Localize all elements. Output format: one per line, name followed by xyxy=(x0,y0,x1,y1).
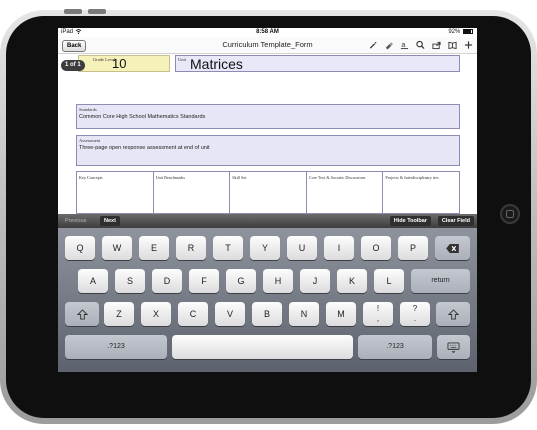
key-b[interactable]: B xyxy=(252,302,282,326)
form-toolbar: Previous Next Hide Toolbar Clear Field xyxy=(58,214,477,228)
key-s[interactable]: S xyxy=(115,269,145,293)
status-time: 8:58 AM xyxy=(256,29,279,35)
table-column[interactable]: Projects & Interdisciplinary ties xyxy=(383,172,459,213)
key-h[interactable]: H xyxy=(263,269,293,293)
space-bar[interactable] xyxy=(172,335,353,359)
column-header: Skill Set xyxy=(232,175,247,180)
key-c[interactable]: C xyxy=(178,302,208,326)
key-secondary: . xyxy=(413,314,417,323)
battery-percent: 92% xyxy=(448,29,461,36)
curriculum-table: Key Concepts Unit Benchmarks Skill Set C… xyxy=(76,171,460,214)
key-o[interactable]: O xyxy=(361,236,391,260)
key-question-period[interactable]: ? . xyxy=(400,302,430,326)
table-column[interactable]: Key Concepts xyxy=(77,172,154,213)
volume-button xyxy=(64,9,82,14)
table-column[interactable]: Unit Benchmarks xyxy=(154,172,231,213)
battery-status: 92% xyxy=(448,29,473,35)
key-j[interactable]: J xyxy=(300,269,330,293)
shift-icon xyxy=(76,309,88,320)
key-a[interactable]: A xyxy=(78,269,108,293)
key-primary: ! xyxy=(376,304,380,313)
share-icon[interactable] xyxy=(432,40,441,52)
standards-value: Common Core High School Mathematics Stan… xyxy=(79,114,206,120)
nav-tools: a xyxy=(368,40,473,52)
assessment-label: Assessment xyxy=(79,138,101,143)
hide-toolbar-button[interactable]: Hide Toolbar xyxy=(389,216,431,226)
pen-icon[interactable] xyxy=(368,40,377,52)
unit-label: Unit xyxy=(178,57,187,62)
bookmarks-icon[interactable] xyxy=(448,40,457,52)
table-column[interactable]: Core Text & Socratic Discussions xyxy=(307,172,384,213)
backspace-icon xyxy=(446,244,459,254)
hide-keyboard-key[interactable] xyxy=(437,335,470,359)
add-icon[interactable] xyxy=(464,40,473,52)
key-w[interactable]: W xyxy=(102,236,132,260)
table-column[interactable]: Skill Set xyxy=(230,172,307,213)
column-header: Key Concepts xyxy=(79,175,103,180)
key-n[interactable]: N xyxy=(289,302,319,326)
eraser-icon[interactable] xyxy=(384,40,393,52)
key-q[interactable]: Q xyxy=(65,236,95,260)
home-button[interactable] xyxy=(500,204,520,224)
shift-key-left[interactable] xyxy=(65,302,99,326)
assessment-value: Three-page open response assessment at e… xyxy=(79,145,210,151)
numbers-key-left[interactable]: .?123 xyxy=(65,335,167,359)
key-v[interactable]: V xyxy=(215,302,245,326)
column-header: Unit Benchmarks xyxy=(155,175,186,180)
screen: iPad 8:58 AM 92% Back Curriculum Templat… xyxy=(58,28,477,372)
column-header: Core Text & Socratic Discussions xyxy=(308,175,366,180)
clear-field-button[interactable]: Clear Field xyxy=(437,216,474,226)
key-primary: ? xyxy=(412,304,418,313)
volume-button xyxy=(88,9,106,14)
grade-level-value: 10 xyxy=(112,56,127,71)
page-indicator: 1 of 1 xyxy=(61,60,85,71)
home-square-icon xyxy=(506,210,514,218)
numbers-key-right[interactable]: .?123 xyxy=(358,335,432,359)
key-r[interactable]: R xyxy=(176,236,206,260)
key-p[interactable]: P xyxy=(398,236,428,260)
assessment-field[interactable]: Assessment Three-page open response asse… xyxy=(76,135,460,166)
key-u[interactable]: U xyxy=(287,236,317,260)
key-k[interactable]: K xyxy=(337,269,367,293)
shift-icon xyxy=(447,309,459,320)
key-secondary: , xyxy=(376,314,380,323)
keyboard-hide-icon xyxy=(447,342,460,353)
search-icon[interactable] xyxy=(416,40,425,52)
unit-field[interactable]: Unit Matrices xyxy=(175,55,460,72)
standards-field[interactable]: Standards Common Core High School Mathem… xyxy=(76,104,460,129)
key-t[interactable]: T xyxy=(213,236,243,260)
text-icon[interactable]: a xyxy=(400,40,409,52)
key-z[interactable]: Z xyxy=(104,302,134,326)
column-header: Projects & Interdisciplinary ties xyxy=(385,175,439,180)
return-key[interactable]: return xyxy=(411,269,470,293)
key-l[interactable]: L xyxy=(374,269,404,293)
svg-text:a: a xyxy=(401,40,405,49)
key-g[interactable]: G xyxy=(226,269,256,293)
unit-value: Matrices xyxy=(190,56,243,72)
standards-label: Standards xyxy=(79,107,97,112)
key-e[interactable]: E xyxy=(139,236,169,260)
key-f[interactable]: F xyxy=(189,269,219,293)
battery-icon xyxy=(463,29,473,34)
key-d[interactable]: D xyxy=(152,269,182,293)
on-screen-keyboard: Q W E R T Y U I O P A S D F G H J K L re… xyxy=(58,228,477,372)
shift-key-right[interactable] xyxy=(436,302,470,326)
next-field-button[interactable]: Next xyxy=(100,216,120,226)
key-m[interactable]: M xyxy=(326,302,356,326)
nav-bar: Back Curriculum Template_Form a xyxy=(58,37,477,54)
key-i[interactable]: I xyxy=(324,236,354,260)
key-y[interactable]: Y xyxy=(250,236,280,260)
key-exclaim-comma[interactable]: ! , xyxy=(363,302,393,326)
status-bar: iPad 8:58 AM 92% xyxy=(58,28,477,37)
grade-level-field[interactable]: Grade Level 10 xyxy=(78,55,170,72)
delete-key[interactable] xyxy=(435,236,470,260)
pdf-form: Grade Level 10 1 of 1 Unit Matrices Stan… xyxy=(58,54,477,214)
previous-field-button[interactable]: Previous xyxy=(61,216,90,226)
key-x[interactable]: X xyxy=(141,302,171,326)
